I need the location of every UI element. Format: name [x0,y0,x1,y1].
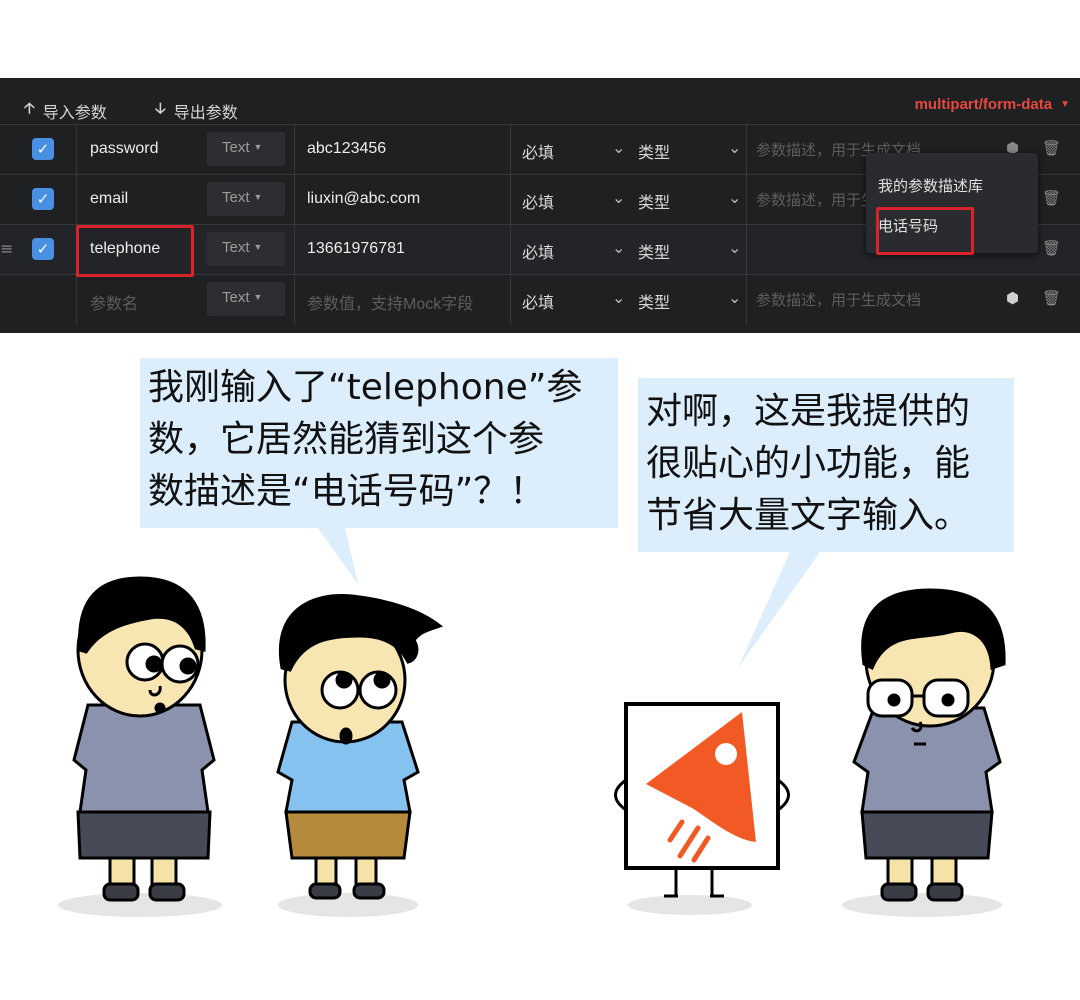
bubble-line: 很贴心的小功能，能 [646,443,971,484]
bubble-line: 数，它居然能猜到这个参 [148,419,545,460]
left-bubble-tail [318,528,358,584]
speech-bubble-right: 对啊，这是我提供的 很贴心的小功能，能 节省大量文字输入。 [638,378,1014,552]
speech-bubble-left: 我刚输入了“telephone”参 数，它居然能猜到这个参 数描述是“电话号码”… [140,358,618,528]
right-bubble-tail [738,552,820,668]
bubble-line: 我刚输入了“telephone”参 [148,367,583,408]
bubble-line: 数描述是“电话号码”？！ [148,471,546,512]
bubble-line: 节省大量文字输入。 [646,495,971,536]
logo-mascot [614,702,790,898]
character-boy-center [276,594,444,900]
bubble-line: 对啊，这是我提供的 [646,391,971,432]
character-boy-left [72,576,216,902]
character-boy-glasses [852,588,1006,902]
